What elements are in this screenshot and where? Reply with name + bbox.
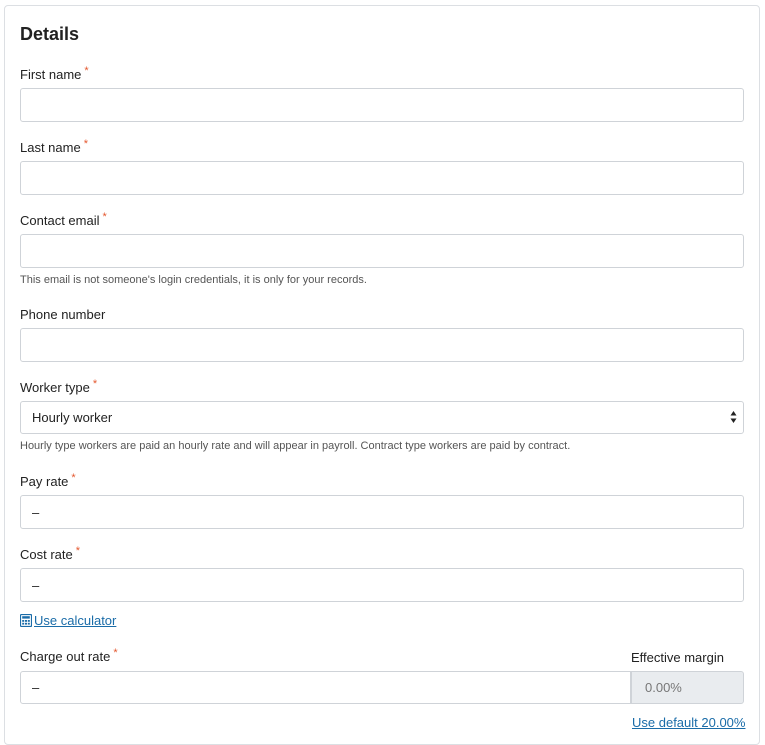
required-marker: * <box>102 211 107 223</box>
use-default-margin-link[interactable]: Use default 20.00% <box>632 715 745 730</box>
section-title: Details <box>20 24 80 44</box>
last-name-input[interactable] <box>20 161 744 195</box>
effective-margin-label: Effective margin <box>631 650 724 665</box>
charge-out-rate-input[interactable]: – <box>20 671 631 704</box>
pay-rate-label: Pay rate * <box>20 472 76 489</box>
worker-type-label: Worker type * <box>20 378 98 395</box>
contact-email-help: This email is not someone's login creden… <box>20 274 367 286</box>
contact-email-input[interactable] <box>20 234 744 268</box>
use-calculator-link[interactable]: Use calculator <box>19 613 116 630</box>
effective-margin-value: 0.00% <box>631 671 744 704</box>
cost-rate-input[interactable]: – <box>20 568 744 602</box>
required-marker: * <box>71 472 76 484</box>
phone-number-input[interactable] <box>20 328 744 362</box>
required-marker: * <box>113 647 118 659</box>
updown-arrows-icon <box>730 410 737 424</box>
first-name-label: First name * <box>20 65 89 82</box>
contact-email-label: Contact email * <box>20 211 107 228</box>
required-marker: * <box>75 545 81 557</box>
phone-number-label: Phone number <box>20 307 106 322</box>
worker-type-help: Hourly type workers are paid an hourly r… <box>20 440 571 452</box>
worker-type-select[interactable]: Hourly worker <box>20 401 744 434</box>
required-marker: * <box>83 138 88 150</box>
calculator-icon <box>19 613 33 630</box>
first-name-input[interactable] <box>20 88 744 122</box>
pay-rate-input[interactable]: – <box>20 495 744 529</box>
charge-out-rate-label: Charge out rate * <box>20 647 118 664</box>
cost-rate-label: Cost rate * <box>20 545 81 562</box>
required-marker: * <box>84 65 89 77</box>
last-name-label: Last name * <box>20 138 88 155</box>
required-marker: * <box>92 378 98 390</box>
worker-type-selected-value: Hourly worker <box>32 410 113 425</box>
